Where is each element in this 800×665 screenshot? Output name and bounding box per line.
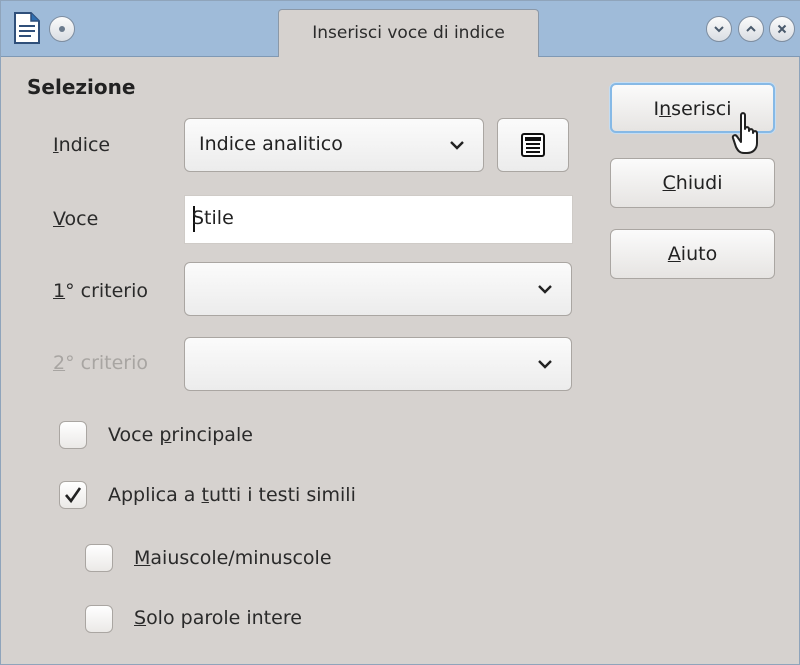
voce-input[interactable]: Stile bbox=[184, 195, 573, 244]
chevron-down-icon bbox=[538, 285, 552, 294]
criterio1-label: 1° criterio bbox=[53, 280, 149, 302]
criterio2-label: 2° criterio bbox=[53, 352, 149, 374]
chevron-up-icon bbox=[746, 25, 756, 32]
window-menu-icon bbox=[59, 26, 65, 32]
window-title: Inserisci voce di indice bbox=[278, 9, 539, 57]
minimize-button[interactable] bbox=[706, 16, 732, 42]
voce-input-value: Stile bbox=[192, 207, 234, 229]
applica-tutti-label: Applica a tutti i testi simili bbox=[108, 484, 356, 506]
aiuto-button[interactable]: Aiuto bbox=[610, 229, 775, 279]
section-title: Selezione bbox=[27, 75, 136, 99]
title-bar[interactable]: Inserisci voce di indice bbox=[1, 1, 800, 57]
solo-parole-intere-label: Solo parole intere bbox=[134, 607, 302, 629]
voce-label: Voce bbox=[53, 208, 99, 230]
checkmark-icon bbox=[65, 487, 82, 504]
hand-pointer-icon bbox=[731, 111, 771, 161]
chevron-down-icon bbox=[714, 26, 724, 33]
chiudi-button[interactable]: Chiudi bbox=[610, 158, 775, 208]
dialog-window: Inserisci voce di indice Selezione Indic… bbox=[0, 0, 800, 665]
chevron-down-icon bbox=[538, 360, 552, 369]
criterio1-select[interactable] bbox=[184, 262, 572, 316]
solo-parole-intere-checkbox[interactable] bbox=[85, 605, 113, 633]
writer-document-icon[interactable] bbox=[12, 11, 42, 45]
voce-principale-label: Voce principale bbox=[108, 424, 253, 446]
voce-principale-checkbox[interactable] bbox=[59, 421, 87, 449]
new-index-button[interactable] bbox=[497, 118, 569, 172]
close-button[interactable] bbox=[769, 16, 795, 42]
indice-label: Indice bbox=[53, 134, 111, 156]
indice-select-value: Indice analitico bbox=[199, 133, 343, 155]
indice-select[interactable]: Indice analitico bbox=[184, 118, 484, 172]
maiuscole-minuscole-label: Maiuscole/minuscole bbox=[134, 547, 332, 569]
applica-tutti-checkbox[interactable] bbox=[59, 481, 87, 509]
window-menu-button[interactable] bbox=[49, 16, 75, 42]
maiuscole-minuscole-checkbox[interactable] bbox=[85, 544, 113, 572]
chevron-down-icon bbox=[450, 141, 464, 150]
maximize-button[interactable] bbox=[738, 16, 764, 42]
index-list-icon bbox=[521, 133, 545, 157]
criterio2-select[interactable] bbox=[184, 337, 572, 391]
close-icon bbox=[777, 24, 787, 34]
